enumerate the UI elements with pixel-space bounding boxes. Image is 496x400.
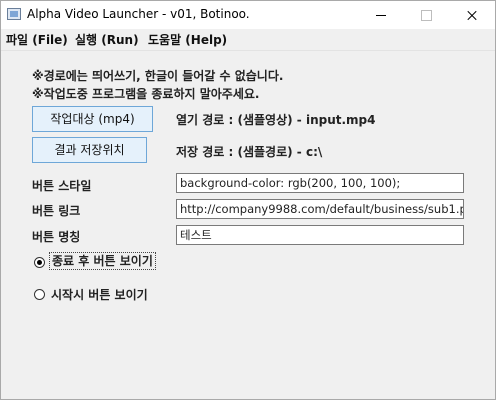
title-bar: Alpha Video Launcher - v01, Botinoo. <box>1 1 495 29</box>
open-path-value: input.mp4 <box>305 113 376 127</box>
select-save-location-button[interactable]: 결과 저장위치 <box>32 137 147 163</box>
button-style-input[interactable]: background-color: rgb(200, 100, 100); <box>176 173 464 193</box>
radio-show-after-end-label: 종료 후 버튼 보이기 <box>49 252 156 270</box>
maximize-button[interactable] <box>404 1 449 29</box>
button-name-label: 버튼 명칭 <box>32 230 81 244</box>
open-path-label: 열기 경로 : (샘플영상) - <box>176 113 306 127</box>
select-target-button[interactable]: 작업대상 (mp4) <box>32 106 153 132</box>
menu-help[interactable]: 도움말 (Help) <box>148 31 227 48</box>
menu-bar: 파일 (File) 실행 (Run) 도움말 (Help) <box>1 29 495 51</box>
path-warning-notice: ※경로에는 띄어쓰기, 한글이 들어갈 수 없습니다. <box>32 69 284 83</box>
menu-file[interactable]: 파일 (File) <box>6 31 68 48</box>
button-link-label: 버튼 링크 <box>32 204 81 218</box>
java-app-icon <box>7 8 21 20</box>
save-path-value: c:\ <box>305 145 323 159</box>
button-style-label: 버튼 스타일 <box>32 179 92 193</box>
button-link-input[interactable]: http://company9988.com/default/business/… <box>176 199 464 219</box>
window-title: Alpha Video Launcher - v01, Botinoo. <box>27 7 250 21</box>
radio-unselected-indicator[interactable] <box>34 289 45 300</box>
do-not-close-notice: ※작업도중 프로그램을 종료하지 말아주세요. <box>32 87 260 101</box>
minimize-button[interactable] <box>359 1 404 29</box>
save-path-text: 저장 경로 : (샘플경로) - c:\ <box>176 143 322 160</box>
radio-selected-indicator[interactable] <box>34 257 45 268</box>
close-button[interactable] <box>449 1 494 29</box>
open-path-text: 열기 경로 : (샘플영상) - input.mp4 <box>176 111 376 128</box>
app-window: Alpha Video Launcher - v01, Botinoo. 파일 … <box>0 0 496 400</box>
button-name-input[interactable]: 테스트 <box>176 225 464 245</box>
save-path-label: 저장 경로 : (샘플경로) - <box>176 145 306 159</box>
menu-run[interactable]: 실행 (Run) <box>75 31 139 48</box>
radio-show-at-start-label: 시작시 버튼 보이기 <box>51 288 148 302</box>
